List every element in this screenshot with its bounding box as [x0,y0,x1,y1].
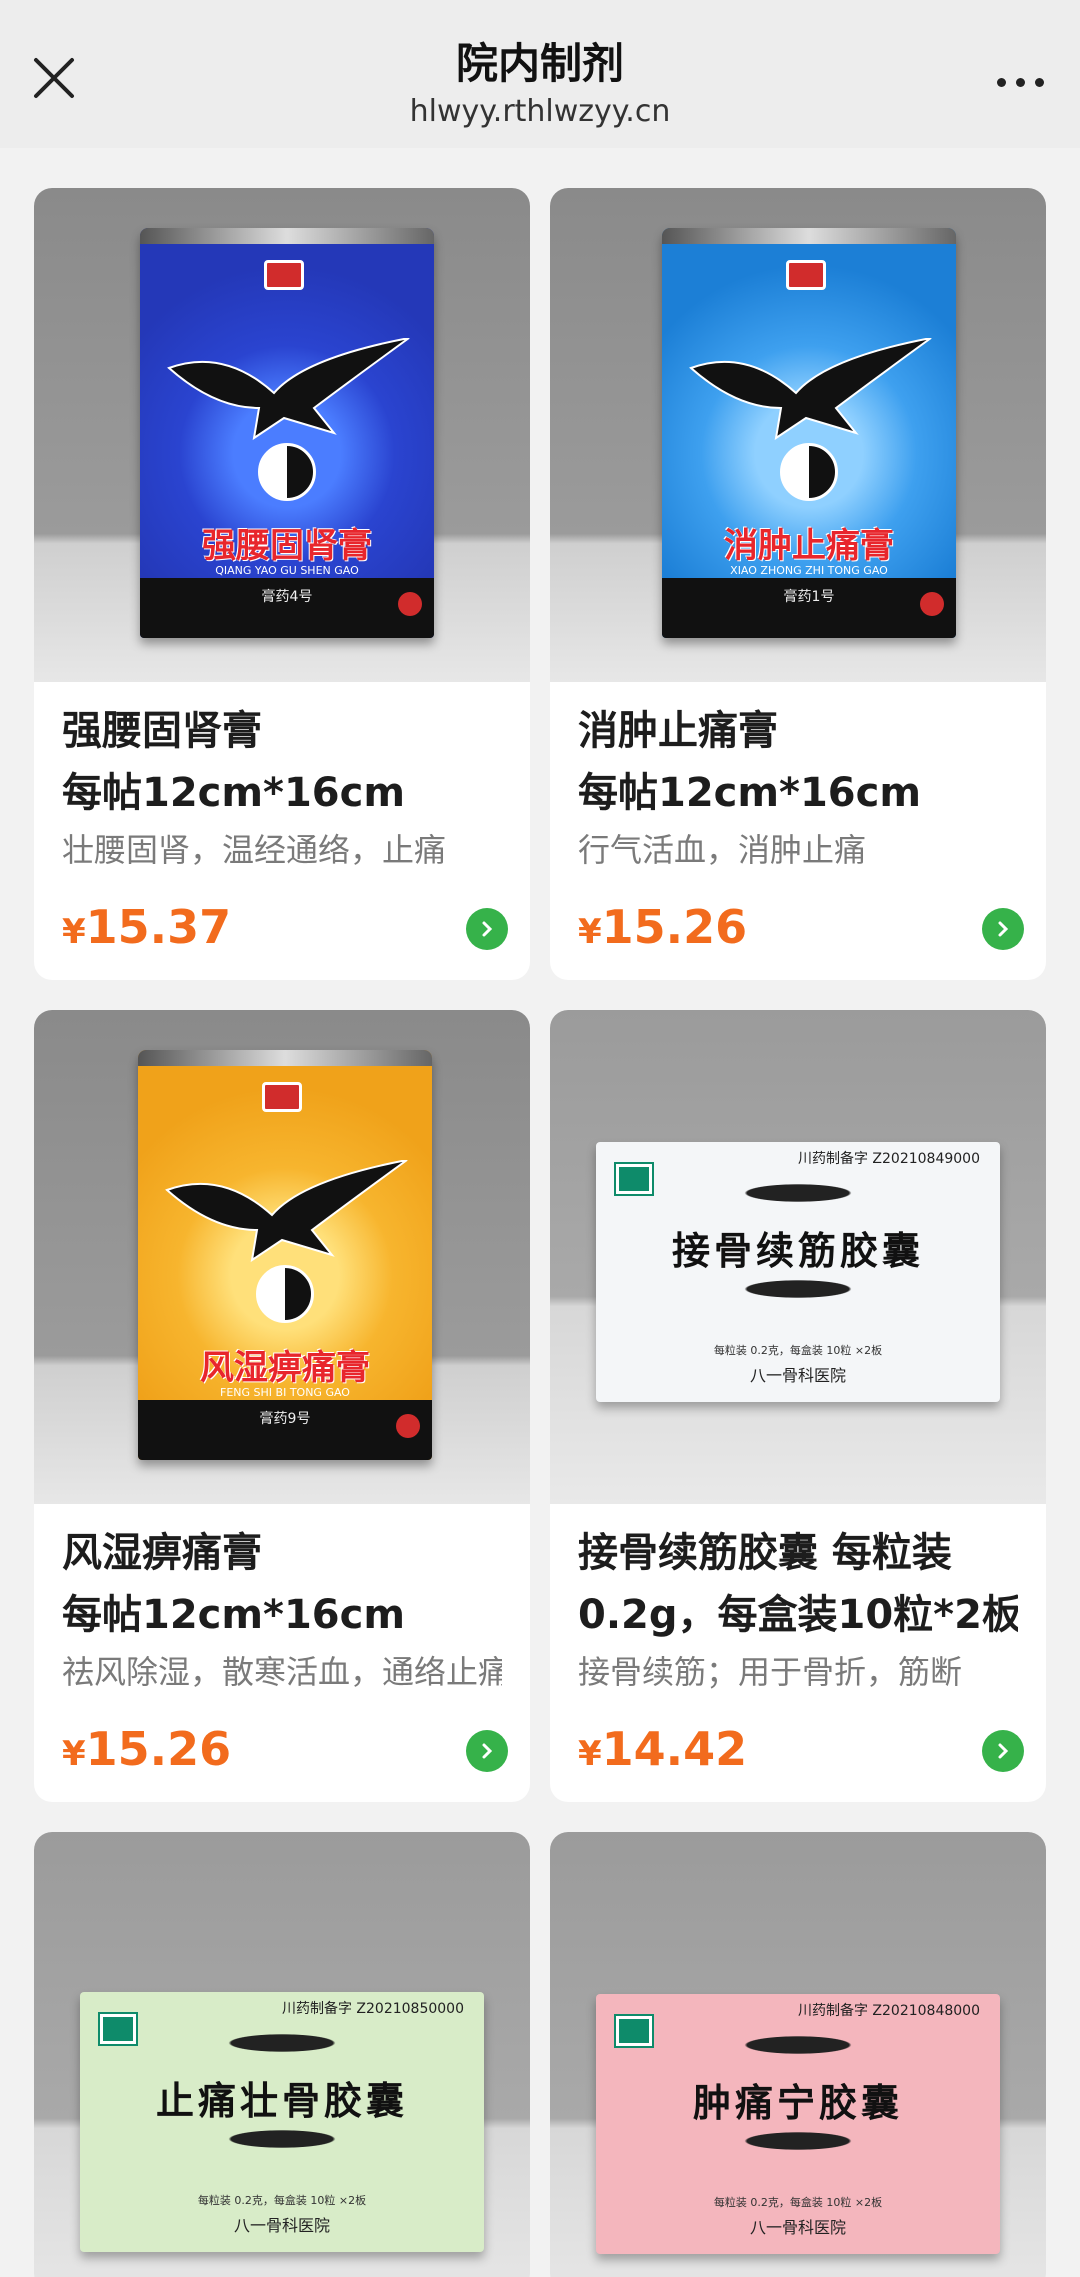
product-name: 接骨续筋胶囊 每粒装 [578,1530,952,1576]
product-image: 风湿痹痛膏 FENG SHI BI TONG GAO 膏药9号 [34,1010,530,1504]
package-title: 消肿止痛膏 [724,526,894,566]
package-spec: 每粒装 0.2克，每盒装 10粒 ×2板 [197,2194,367,2207]
page-domain: hlwyy.rthlwzyy.cn [409,94,671,129]
brand-logo-icon [264,260,304,290]
external-use-icon [396,1414,420,1438]
product-name: 强腰固肾膏 [62,708,262,754]
package-pinyin: QIANG YAO GU SHEN GAO [215,564,359,577]
package-pinyin: FENG SHI BI TONG GAO [220,1386,350,1399]
package-license: 川药制备字 Z20210850000 [281,2001,464,2017]
product-grid: 强腰固肾膏 QIANG YAO GU SHEN GAO 膏药4号 强腰固肾膏 每… [34,188,1046,2277]
product-desc: 壮腰固肾，温经通络，止痛 [62,831,447,869]
product-price: ¥15.26 [578,900,747,954]
package-title: 止痛壮骨胶囊 [155,2078,408,2123]
package-title: 强腰固肾膏 [202,526,372,566]
product-price: ¥14.42 [578,1722,747,1776]
yin-yang-icon [256,1265,314,1323]
product-image: 强腰固肾膏 QIANG YAO GU SHEN GAO 膏药4号 [34,188,530,682]
package-hospital: 八一骨科医院 [233,2216,330,2235]
product-spec: 每帖12cm*16cm [578,770,922,816]
product-image: 川药制备字 Z20210850000 止痛壮骨胶囊 每粒装 0.2克，每盒装 1… [34,1832,530,2277]
chevron-right-icon[interactable] [982,908,1024,950]
package-bag: 消肿止痛膏 XIAO ZHONG ZHI TONG GAO 膏药1号 [662,228,956,638]
package-license: 川药制备字 Z20210849000 [797,1151,980,1167]
more-options-icon[interactable] [988,58,1052,106]
product-card[interactable]: 川药制备字 Z20210849000 接骨续筋胶囊 每粒装 0.2克，每盒装 1… [550,1010,1046,1802]
package-tag: 膏药4号 [261,589,313,605]
chevron-right-icon[interactable] [466,908,508,950]
package-title: 接骨续筋胶囊 [671,1228,924,1273]
product-card[interactable]: 川药制备字 Z20210850000 止痛壮骨胶囊 每粒装 0.2克，每盒装 1… [34,1832,530,2277]
ornament-icon [192,2028,372,2058]
package-spec: 每粒装 0.2克，每盒装 10粒 ×2板 [713,1344,883,1357]
dot-icon [996,77,1006,87]
brand-logo-icon [262,1082,302,1112]
package-bag: 强腰固肾膏 QIANG YAO GU SHEN GAO 膏药4号 [140,228,434,638]
eagle-icon [167,338,410,441]
package-tag: 膏药1号 [783,589,835,605]
currency-symbol: ¥ [62,1734,86,1774]
package-box: 川药制备字 Z20210848000 肿痛宁胶囊 每粒装 0.2克，每盒装 10… [596,1994,1000,2254]
currency-symbol: ¥ [578,912,602,952]
product-spec: 每帖12cm*16cm [62,770,406,816]
product-desc: 接骨续筋；用于骨折，筋断 [578,1653,963,1691]
product-spec: 0.2g，每盒装10粒*2板 [578,1592,1018,1638]
yin-yang-icon [258,443,316,501]
product-card[interactable]: 消肿止痛膏 XIAO ZHONG ZHI TONG GAO 膏药1号 消肿止痛膏… [550,188,1046,980]
eagle-icon [689,338,932,441]
package-hospital: 八一骨科医院 [749,2218,846,2237]
dot-icon [1015,77,1025,87]
external-use-icon [920,592,944,616]
package-title: 肿痛宁胶囊 [692,2080,903,2125]
dot-icon [1034,77,1044,87]
package-pinyin: XIAO ZHONG ZHI TONG GAO [730,564,888,577]
top-bar: 院内制剂 hlwyy.rthlwzyy.cn [0,0,1080,148]
chevron-right-icon[interactable] [982,1730,1024,1772]
product-price: ¥15.37 [62,900,231,954]
chevron-right-icon[interactable] [466,1730,508,1772]
product-name: 消肿止痛膏 [578,708,778,754]
package-box: 川药制备字 Z20210849000 接骨续筋胶囊 每粒装 0.2克，每盒装 1… [596,1142,1000,1402]
product-desc: 祛风除湿，散寒活血，通络止痛 [62,1653,502,1691]
price-value: 15.26 [601,900,748,954]
price-value: 15.26 [85,1722,232,1776]
package-tag: 膏药9号 [259,1411,311,1427]
package-bag: 风湿痹痛膏 FENG SHI BI TONG GAO 膏药9号 [138,1050,432,1460]
external-use-icon [398,592,422,616]
product-card[interactable]: 风湿痹痛膏 FENG SHI BI TONG GAO 膏药9号 风湿痹痛膏 每帖… [34,1010,530,1802]
product-image: 川药制备字 Z20210848000 肿痛宁胶囊 每粒装 0.2克，每盒装 10… [550,1832,1046,2277]
brand-logo-icon [98,2012,138,2046]
product-spec: 每帖12cm*16cm [62,1592,406,1638]
product-desc: 行气活血，消肿止痛 [578,831,867,869]
package-spec: 每粒装 0.2克，每盒装 10粒 ×2板 [713,2196,883,2209]
product-image: 川药制备字 Z20210849000 接骨续筋胶囊 每粒装 0.2克，每盒装 1… [550,1010,1046,1504]
package-box: 川药制备字 Z20210850000 止痛壮骨胶囊 每粒装 0.2克，每盒装 1… [80,1992,484,2252]
eagle-icon [165,1160,408,1263]
price-value: 14.42 [601,1722,748,1776]
brand-logo-icon [786,260,826,290]
package-license: 川药制备字 Z20210848000 [797,2003,980,2019]
ornament-icon [708,2126,888,2156]
product-name: 风湿痹痛膏 [62,1530,262,1576]
ornament-icon [708,1178,888,1208]
product-card[interactable]: 川药制备字 Z20210848000 肿痛宁胶囊 每粒装 0.2克，每盒装 10… [550,1832,1046,2277]
product-price: ¥15.26 [62,1722,231,1776]
page-title: 院内制剂 [455,39,624,88]
brand-logo-icon [614,1162,654,1196]
product-card[interactable]: 强腰固肾膏 QIANG YAO GU SHEN GAO 膏药4号 强腰固肾膏 每… [34,188,530,980]
brand-logo-icon [614,2014,654,2048]
ornament-icon [708,1274,888,1304]
currency-symbol: ¥ [62,912,86,952]
ornament-icon [708,2030,888,2060]
package-title: 风湿痹痛膏 [200,1348,370,1388]
price-value: 15.37 [85,900,232,954]
package-hospital: 八一骨科医院 [749,1366,846,1385]
currency-symbol: ¥ [578,1734,602,1774]
product-image: 消肿止痛膏 XIAO ZHONG ZHI TONG GAO 膏药1号 [550,188,1046,682]
yin-yang-icon [780,443,838,501]
ornament-icon [192,2124,372,2154]
